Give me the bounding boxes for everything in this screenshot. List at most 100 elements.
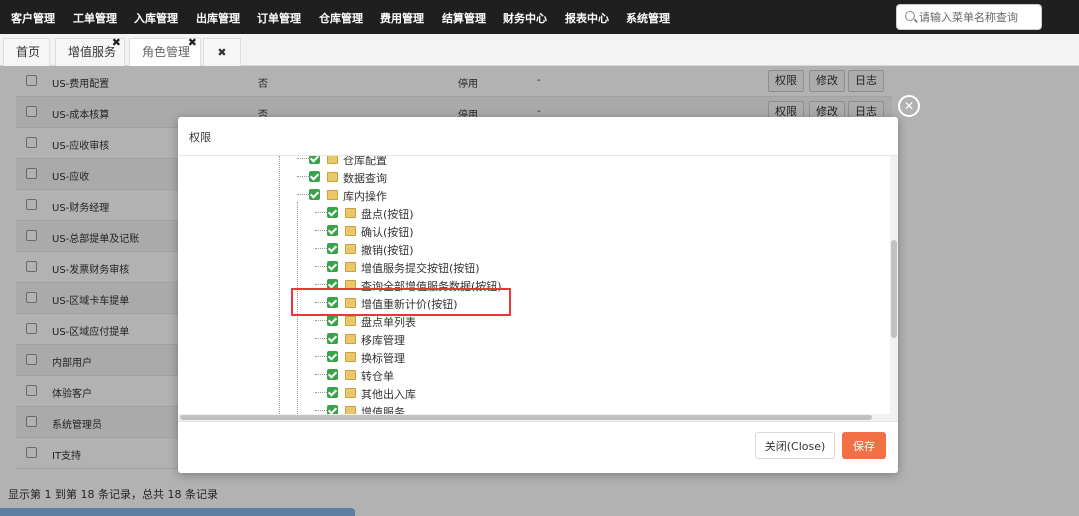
nav-item-outbound[interactable]: 出库管理 (196, 10, 240, 26)
scrollbar-thumb[interactable] (180, 415, 872, 420)
checkbox-checked-icon[interactable] (327, 351, 338, 362)
tree-connector (315, 338, 327, 339)
checkbox-checked-icon[interactable] (309, 156, 320, 164)
tree-node-label: 确认(按钮) (361, 226, 414, 239)
nav-item-customer[interactable]: 客户管理 (11, 10, 55, 26)
tree-node-reprice[interactable]: 增值重新计价(按钮) (327, 294, 527, 312)
vertical-scrollbar[interactable] (890, 156, 898, 421)
scrollbar-thumb[interactable] (891, 240, 897, 338)
checkbox-checked-icon[interactable] (327, 333, 338, 344)
tree-connector (315, 320, 327, 321)
tree-node[interactable]: 撤销(按钮) (327, 240, 527, 258)
close-all-tabs-button[interactable]: ✖ (203, 38, 241, 66)
folder-icon (345, 370, 356, 380)
checkbox-checked-icon[interactable] (327, 207, 338, 218)
menu-search-input[interactable] (919, 8, 1037, 26)
tree-node[interactable]: 移库管理 (327, 330, 527, 348)
tree-connector (315, 302, 327, 303)
checkbox-checked-icon[interactable] (327, 387, 338, 398)
menu-search-box (896, 4, 1042, 30)
tree-node[interactable]: 确认(按钮) (327, 222, 527, 240)
tree-connector (315, 392, 327, 393)
tab-value-service-label: 增值服务 (68, 45, 117, 59)
tree-node-label: 移库管理 (361, 334, 405, 347)
tree-connector (315, 374, 327, 375)
tree-node-label: 换标管理 (361, 352, 405, 365)
tab-home[interactable]: 首页 (3, 38, 50, 66)
close-button[interactable]: 关闭(Close) (755, 432, 835, 459)
folder-icon (327, 190, 338, 200)
folder-icon (327, 156, 338, 164)
checkbox-checked-icon[interactable] (327, 243, 338, 254)
top-navigation-bar: 客户管理 工单管理 入库管理 出库管理 订单管理 仓库管理 费用管理 结算管理 … (0, 0, 1079, 34)
tree-connector (297, 176, 309, 177)
close-icon[interactable]: ✖ (112, 36, 121, 50)
tree-node[interactable]: 查询全部增值服务数据(按钮) (327, 276, 527, 294)
tree-node[interactable]: 转仓单 (327, 366, 527, 384)
tree-node[interactable]: 换标管理 (327, 348, 527, 366)
search-icon (905, 11, 915, 21)
folder-icon (345, 244, 356, 254)
close-icon[interactable]: ✖ (188, 36, 197, 50)
tab-home-label: 首页 (16, 45, 41, 59)
checkbox-checked-icon[interactable] (309, 171, 320, 182)
divider (178, 421, 898, 422)
tree-node-warehouse-config[interactable]: 仓库配置 (309, 156, 429, 168)
nav-item-fees[interactable]: 费用管理 (380, 10, 424, 26)
checkbox-checked-icon[interactable] (327, 225, 338, 236)
checkbox-checked-icon[interactable] (327, 261, 338, 272)
checkbox-checked-icon[interactable] (327, 315, 338, 326)
nav-item-settlement[interactable]: 结算管理 (442, 10, 486, 26)
checkbox-checked-icon[interactable] (327, 369, 338, 380)
folder-icon (345, 316, 356, 326)
checkbox-checked-icon[interactable] (327, 297, 338, 308)
nav-item-finance[interactable]: 财务中心 (503, 10, 547, 26)
checkbox-checked-icon[interactable] (309, 189, 320, 200)
nav-item-orders[interactable]: 订单管理 (257, 10, 301, 26)
tree-node-label: 撤销(按钮) (361, 244, 414, 257)
tree-connector (315, 284, 327, 285)
nav-item-system[interactable]: 系统管理 (626, 10, 670, 26)
close-icon: ✖ (217, 46, 227, 59)
tree-node-inner-ops[interactable]: 库内操作 (309, 186, 429, 204)
dialog-title: 权限 (189, 131, 211, 144)
nav-item-inbound[interactable]: 入库管理 (134, 10, 178, 26)
nav-item-workorder[interactable]: 工单管理 (73, 10, 117, 26)
tab-value-service[interactable]: 增值服务 ✖ (55, 36, 125, 66)
checkbox-checked-icon[interactable] (327, 279, 338, 290)
tab-role-management[interactable]: 角色管理 ✖ (129, 36, 201, 66)
tree-node-label: 仓库配置 (343, 156, 387, 167)
tree-node-label: 转仓单 (361, 370, 394, 383)
tree-node[interactable]: 盘点(按钮) (327, 204, 527, 222)
tree-node-label: 其他出入库 (361, 388, 416, 401)
horizontal-scrollbar[interactable] (178, 414, 890, 421)
tree-node[interactable]: 其他出入库 (327, 384, 527, 402)
permission-tree: 仓库配置 数据查询 库内操作 盘点(按钮) 确认(按钮) 撤销(按钮) 增值服务… (178, 156, 898, 421)
folder-icon (345, 208, 356, 218)
nav-item-warehouse[interactable]: 仓库管理 (319, 10, 363, 26)
tree-connector (297, 158, 309, 159)
tree-connector (297, 202, 298, 414)
folder-icon (345, 262, 356, 272)
nav-item-reports[interactable]: 报表中心 (565, 10, 609, 26)
tree-node-label: 盘点单列表 (361, 316, 416, 329)
tree-connector (279, 156, 280, 414)
folder-icon (345, 334, 356, 344)
folder-icon (345, 226, 356, 236)
tree-node[interactable]: 盘点单列表 (327, 312, 527, 330)
close-icon[interactable]: ✕ (898, 95, 920, 117)
tree-node-data-query[interactable]: 数据查询 (309, 168, 429, 186)
tree-node-label: 库内操作 (343, 190, 387, 203)
tree-node-label: 增值重新计价(按钮) (361, 298, 458, 311)
tree-connector (315, 212, 327, 213)
tree-connector (297, 194, 309, 195)
folder-icon (345, 298, 356, 308)
folder-icon (345, 352, 356, 362)
tab-role-management-label: 角色管理 (142, 45, 191, 59)
save-button[interactable]: 保存 (842, 432, 886, 459)
tree-node-label: 增值服务提交按钮(按钮) (361, 262, 480, 275)
tree-node[interactable]: 增值服务提交按钮(按钮) (327, 258, 527, 276)
permission-dialog: 权限 仓库配置 数据查询 库内操作 盘点(按钮) 确认(按钮) 撤销(按钮) 增… (178, 117, 898, 473)
tree-connector (315, 410, 327, 411)
tab-bar: 首页 增值服务 ✖ 角色管理 ✖ ✖ (0, 34, 1079, 66)
